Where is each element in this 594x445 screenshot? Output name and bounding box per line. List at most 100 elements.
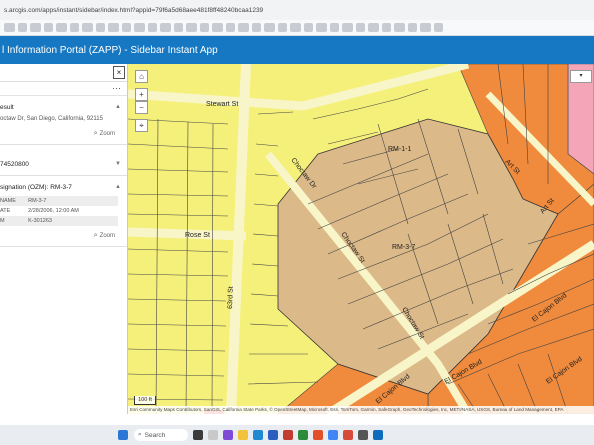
bookmark-icon[interactable]	[148, 23, 157, 32]
bookmarks-bar	[0, 20, 594, 36]
zone-attribute-table: NAME RM-3-7 ATE 2/28/2006, 12:00 AM M K-…	[0, 196, 118, 226]
bookmark-icon[interactable]	[434, 23, 443, 32]
app-icon[interactable]	[358, 430, 368, 440]
zoning-map[interactable]: Stewart St Rose St 63rd St Choctaw Dr Ch…	[128, 64, 594, 414]
bookmark-icon[interactable]	[304, 23, 313, 32]
more-options-icon[interactable]: ⋯	[112, 83, 121, 94]
chrome-icon[interactable]	[328, 430, 338, 440]
bookmark-icon[interactable]	[420, 23, 431, 32]
app-icon[interactable]	[343, 430, 353, 440]
app-header: l Information Portal (ZAPP) - Sidebar In…	[0, 36, 594, 64]
attr-key: M	[0, 216, 29, 226]
street-label: Rose St	[185, 232, 210, 239]
bookmark-icon[interactable]	[134, 23, 145, 32]
street-label: Stewart St	[206, 101, 238, 108]
mail-icon[interactable]	[283, 430, 293, 440]
bookmark-icon[interactable]	[226, 23, 235, 32]
search-icon: ⌕	[138, 431, 142, 438]
outlook-icon[interactable]	[373, 430, 383, 440]
edge-icon[interactable]	[253, 430, 263, 440]
bookmark-icon[interactable]	[200, 23, 209, 32]
chevron-up-icon[interactable]: ▲	[115, 104, 121, 110]
attr-value: K-301263	[28, 216, 118, 226]
divider	[0, 246, 127, 247]
search-result-header[interactable]: esult ▲	[0, 100, 127, 114]
locate-button[interactable]: ⌖	[135, 119, 148, 132]
bookmark-icon[interactable]	[96, 23, 105, 32]
magnifier-icon: ⌕	[93, 232, 98, 239]
bookmark-icon[interactable]	[82, 23, 93, 32]
bookmark-icon[interactable]	[70, 23, 79, 32]
bike-icon[interactable]	[193, 430, 203, 440]
zone-label: RM-3-7	[392, 244, 415, 251]
bookmark-icon[interactable]	[122, 23, 131, 32]
bookmark-icon[interactable]	[382, 23, 391, 32]
bookmark-icon[interactable]	[44, 23, 53, 32]
taskbar-search[interactable]: ⌕ Search	[134, 429, 188, 441]
zoom-in-button[interactable]: +	[135, 88, 148, 101]
bookmark-icon[interactable]	[18, 23, 27, 32]
excel-icon[interactable]	[298, 430, 308, 440]
bookmark-icon[interactable]	[330, 23, 339, 32]
table-row: ATE 2/28/2006, 12:00 AM	[0, 206, 118, 216]
bookmark-icon[interactable]	[56, 23, 67, 32]
bookmark-icon[interactable]	[108, 23, 119, 32]
browser-address-bar[interactable]: s.arcgis.com/apps/instant/sidebar/index.…	[0, 0, 594, 20]
url-text[interactable]: s.arcgis.com/apps/instant/sidebar/index.…	[4, 7, 263, 14]
windows-taskbar: ⌕ Search	[0, 425, 594, 445]
teams-icon[interactable]	[223, 430, 233, 440]
bookmark-icon[interactable]	[212, 23, 223, 32]
bookmark-icon[interactable]	[252, 23, 261, 32]
table-row: NAME RM-3-7	[0, 196, 118, 206]
street-label: 63rd St	[227, 286, 235, 309]
zoom-out-button[interactable]: −	[135, 101, 148, 114]
search-label: Search	[144, 431, 166, 439]
chevron-down-icon[interactable]: ▼	[115, 161, 121, 167]
map-view[interactable]: Stewart St Rose St 63rd St Choctaw Dr Ch…	[128, 64, 594, 414]
bookmark-icon[interactable]	[394, 23, 405, 32]
parcel-heading: 74520800	[0, 160, 29, 168]
bookmark-icon[interactable]	[408, 23, 417, 32]
bookmark-icon[interactable]	[160, 23, 171, 32]
sidebar-toolbar: ⋯	[0, 82, 127, 96]
home-button[interactable]: ⌂	[135, 70, 148, 83]
zoom-to-zone-button[interactable]: ⌕ Zoom	[0, 230, 127, 242]
bookmark-icon[interactable]	[368, 23, 379, 32]
result-address: octaw Dr, San Diego, California, 92115	[0, 116, 103, 122]
attr-key: ATE	[0, 208, 11, 214]
bookmark-icon[interactable]	[278, 23, 287, 32]
app-title: l Information Portal (ZAPP) - Sidebar In…	[2, 44, 218, 56]
map-attribution: Esri Community Maps Contributors, SanGIS…	[128, 406, 594, 414]
start-menu-icon[interactable]	[118, 430, 128, 440]
powerpoint-icon[interactable]	[313, 430, 323, 440]
layer-list-button[interactable]: ▾	[570, 70, 592, 83]
zone-label: RM-1-1	[388, 146, 411, 153]
bookmark-icon[interactable]	[174, 23, 183, 32]
bookmark-icon[interactable]	[264, 23, 275, 32]
attr-value: 2/28/2006, 12:00 AM	[28, 208, 79, 214]
divider	[0, 175, 127, 176]
file-explorer-icon[interactable]	[238, 430, 248, 440]
zone-heading: signation (OZM): RM-3-7	[0, 183, 72, 191]
search-result-heading: esult	[0, 103, 14, 111]
close-sidebar-button[interactable]: ×	[113, 66, 125, 79]
word-icon[interactable]	[268, 430, 278, 440]
bookmark-icon[interactable]	[186, 23, 197, 32]
task-view-icon[interactable]	[208, 430, 218, 440]
bookmark-icon[interactable]	[4, 23, 15, 32]
bookmark-icon[interactable]	[356, 23, 365, 32]
zoom-to-result-button[interactable]: ⌕ Zoom	[0, 128, 127, 140]
bookmark-icon[interactable]	[342, 23, 353, 32]
scale-bar: 100 ft	[134, 396, 156, 405]
chevron-up-icon[interactable]: ▲	[115, 184, 121, 190]
zone-header[interactable]: signation (OZM): RM-3-7 ▲	[0, 180, 127, 194]
attr-key: NAME	[0, 196, 29, 206]
bookmark-icon[interactable]	[316, 23, 327, 32]
parcel-header[interactable]: 74520800 ▼	[0, 157, 127, 171]
bookmark-icon[interactable]	[30, 23, 41, 32]
divider	[0, 144, 127, 145]
sidebar-panel: × ⋯ esult ▲ octaw Dr, San Diego, Califor…	[0, 64, 128, 414]
sidebar-top-bar: ×	[0, 64, 127, 82]
bookmark-icon[interactable]	[290, 23, 301, 32]
bookmark-icon[interactable]	[238, 23, 249, 32]
